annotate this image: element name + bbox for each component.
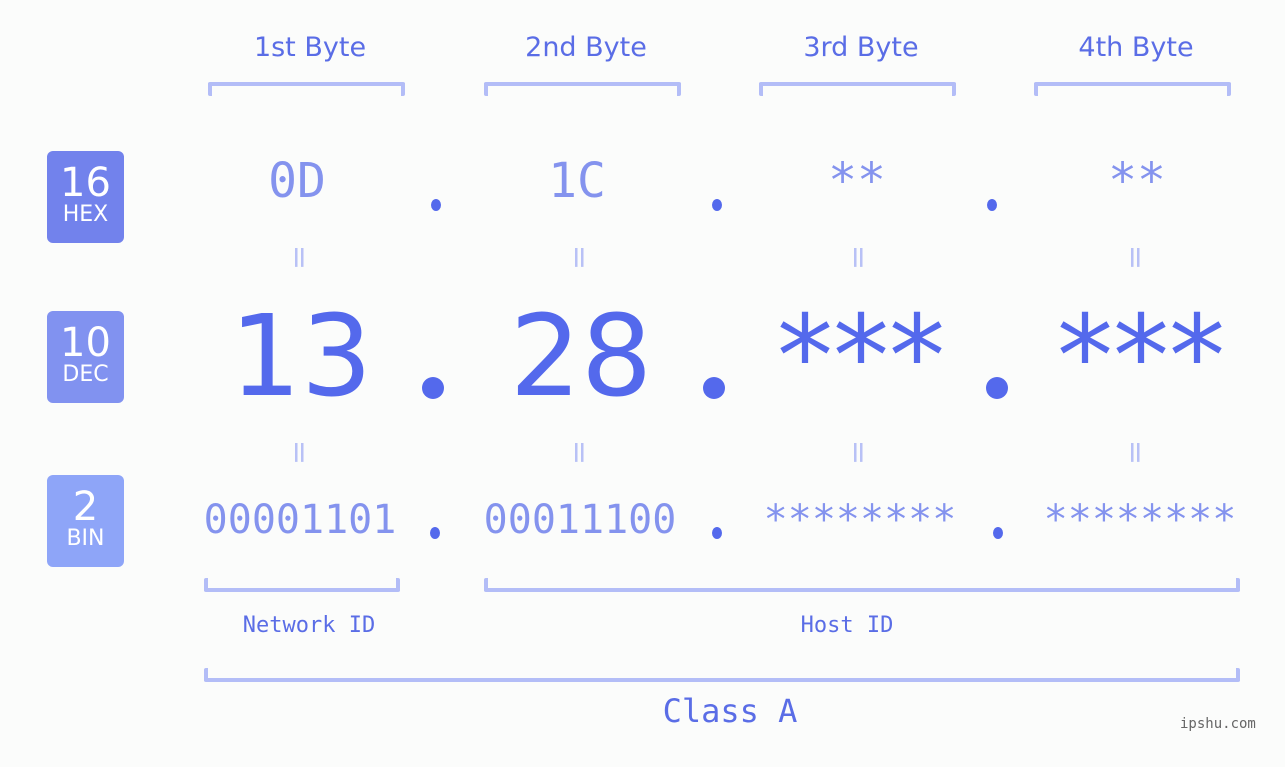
- bin-badge-base: 2: [72, 484, 99, 530]
- class-bracket: [204, 668, 1240, 682]
- dec-separator-dot: [986, 377, 1008, 399]
- bin-value-2: 00011100: [483, 497, 677, 543]
- dec-separator-dot: [422, 377, 444, 399]
- bin-badge: 2 BIN: [47, 475, 124, 567]
- byte-bracket-4: [1034, 82, 1231, 96]
- byte-bracket-1: [208, 82, 405, 96]
- equals-sign: =: [280, 240, 320, 275]
- bin-badge-label: BIN: [66, 526, 105, 551]
- bin-value-4: ********: [1043, 497, 1237, 543]
- dec-badge-base: 10: [60, 320, 111, 366]
- hex-separator-dot: [431, 199, 441, 211]
- equals-sign: =: [1116, 435, 1156, 470]
- hex-separator-dot: [987, 199, 997, 211]
- host-id-label: Host ID: [800, 613, 894, 638]
- dec-value-4: ***: [1057, 292, 1225, 422]
- hex-badge: 16 HEX: [47, 151, 124, 243]
- equals-sign: =: [280, 435, 320, 470]
- hex-value-3: **: [828, 153, 886, 209]
- equals-glyph: =: [282, 244, 318, 271]
- hex-separator-dot: [712, 199, 722, 211]
- dec-value-2: 28: [509, 292, 653, 422]
- equals-glyph: =: [1118, 439, 1154, 466]
- byte-title-1: 1st Byte: [253, 32, 367, 63]
- equals-glyph: =: [841, 244, 877, 271]
- bin-value-1: 00001101: [203, 497, 397, 543]
- equals-glyph: =: [562, 439, 598, 466]
- hex-value-4: **: [1108, 153, 1166, 209]
- equals-sign: =: [560, 435, 600, 470]
- dec-value-1: 13: [229, 292, 373, 422]
- equals-sign: =: [839, 435, 879, 470]
- equals-sign: =: [839, 240, 879, 275]
- byte-title-2: 2nd Byte: [525, 32, 647, 63]
- watermark: ipshu.com: [1180, 716, 1256, 732]
- byte-bracket-3: [759, 82, 956, 96]
- equals-glyph: =: [1118, 244, 1154, 271]
- equals-glyph: =: [562, 244, 598, 271]
- byte-title-3: 3rd Byte: [803, 32, 919, 63]
- dec-separator-dot: [703, 377, 725, 399]
- byte-bracket-2: [484, 82, 681, 96]
- bin-separator-dot: [993, 527, 1003, 539]
- dec-value-3: ***: [777, 292, 945, 422]
- equals-glyph: =: [282, 439, 318, 466]
- host-id-bracket: [484, 578, 1240, 592]
- bin-separator-dot: [712, 527, 722, 539]
- hex-badge-base: 16: [60, 160, 111, 206]
- network-id-label: Network ID: [242, 613, 376, 638]
- network-id-bracket: [204, 578, 400, 592]
- hex-value-1: 0D: [268, 153, 326, 209]
- dec-badge-label: DEC: [62, 362, 109, 387]
- byte-title-4: 4th Byte: [1078, 32, 1194, 63]
- bin-value-3: ********: [763, 497, 957, 543]
- equals-sign: =: [560, 240, 600, 275]
- bin-separator-dot: [430, 527, 440, 539]
- class-label: Class A: [662, 692, 798, 730]
- hex-badge-label: HEX: [62, 202, 109, 227]
- dec-badge: 10 DEC: [47, 311, 124, 403]
- hex-value-2: 1C: [548, 153, 606, 209]
- equals-glyph: =: [841, 439, 877, 466]
- equals-sign: =: [1116, 240, 1156, 275]
